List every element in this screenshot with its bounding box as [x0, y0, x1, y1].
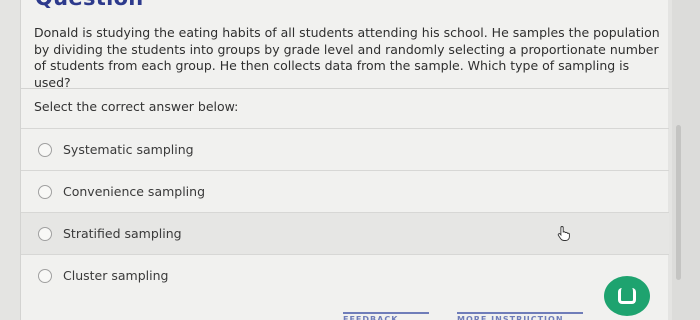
hand-pointer-icon: [557, 226, 570, 241]
chat-icon: [618, 288, 636, 304]
more-instruction-link[interactable]: MORE INSTRUCTION: [457, 312, 583, 320]
option-label: Systematic sampling: [63, 142, 194, 157]
feedback-link[interactable]: FEEDBACK: [343, 312, 429, 320]
question-text: Donald is studying the eating habits of …: [34, 25, 660, 90]
radio-button[interactable]: [38, 226, 52, 241]
radio-button[interactable]: [38, 184, 52, 199]
radio-button[interactable]: [38, 142, 52, 157]
answer-option-systematic[interactable]: Systematic sampling: [21, 128, 669, 170]
option-label: Cluster sampling: [63, 268, 169, 283]
answer-option-convenience[interactable]: Convenience sampling: [21, 170, 669, 212]
option-label: Convenience sampling: [63, 184, 206, 199]
answer-option-cluster[interactable]: Cluster sampling: [21, 254, 669, 296]
page-title: Question: [35, 0, 144, 10]
scrollbar-thumb[interactable]: [676, 125, 681, 280]
chat-button[interactable]: [604, 276, 650, 316]
divider: [21, 88, 669, 89]
option-label: Stratified sampling: [63, 226, 182, 241]
answer-prompt: Select the correct answer below:: [34, 99, 239, 114]
radio-button[interactable]: [38, 268, 52, 283]
question-panel: Question Donald is studying the eating h…: [20, 0, 669, 320]
scrollbar[interactable]: [672, 0, 700, 320]
